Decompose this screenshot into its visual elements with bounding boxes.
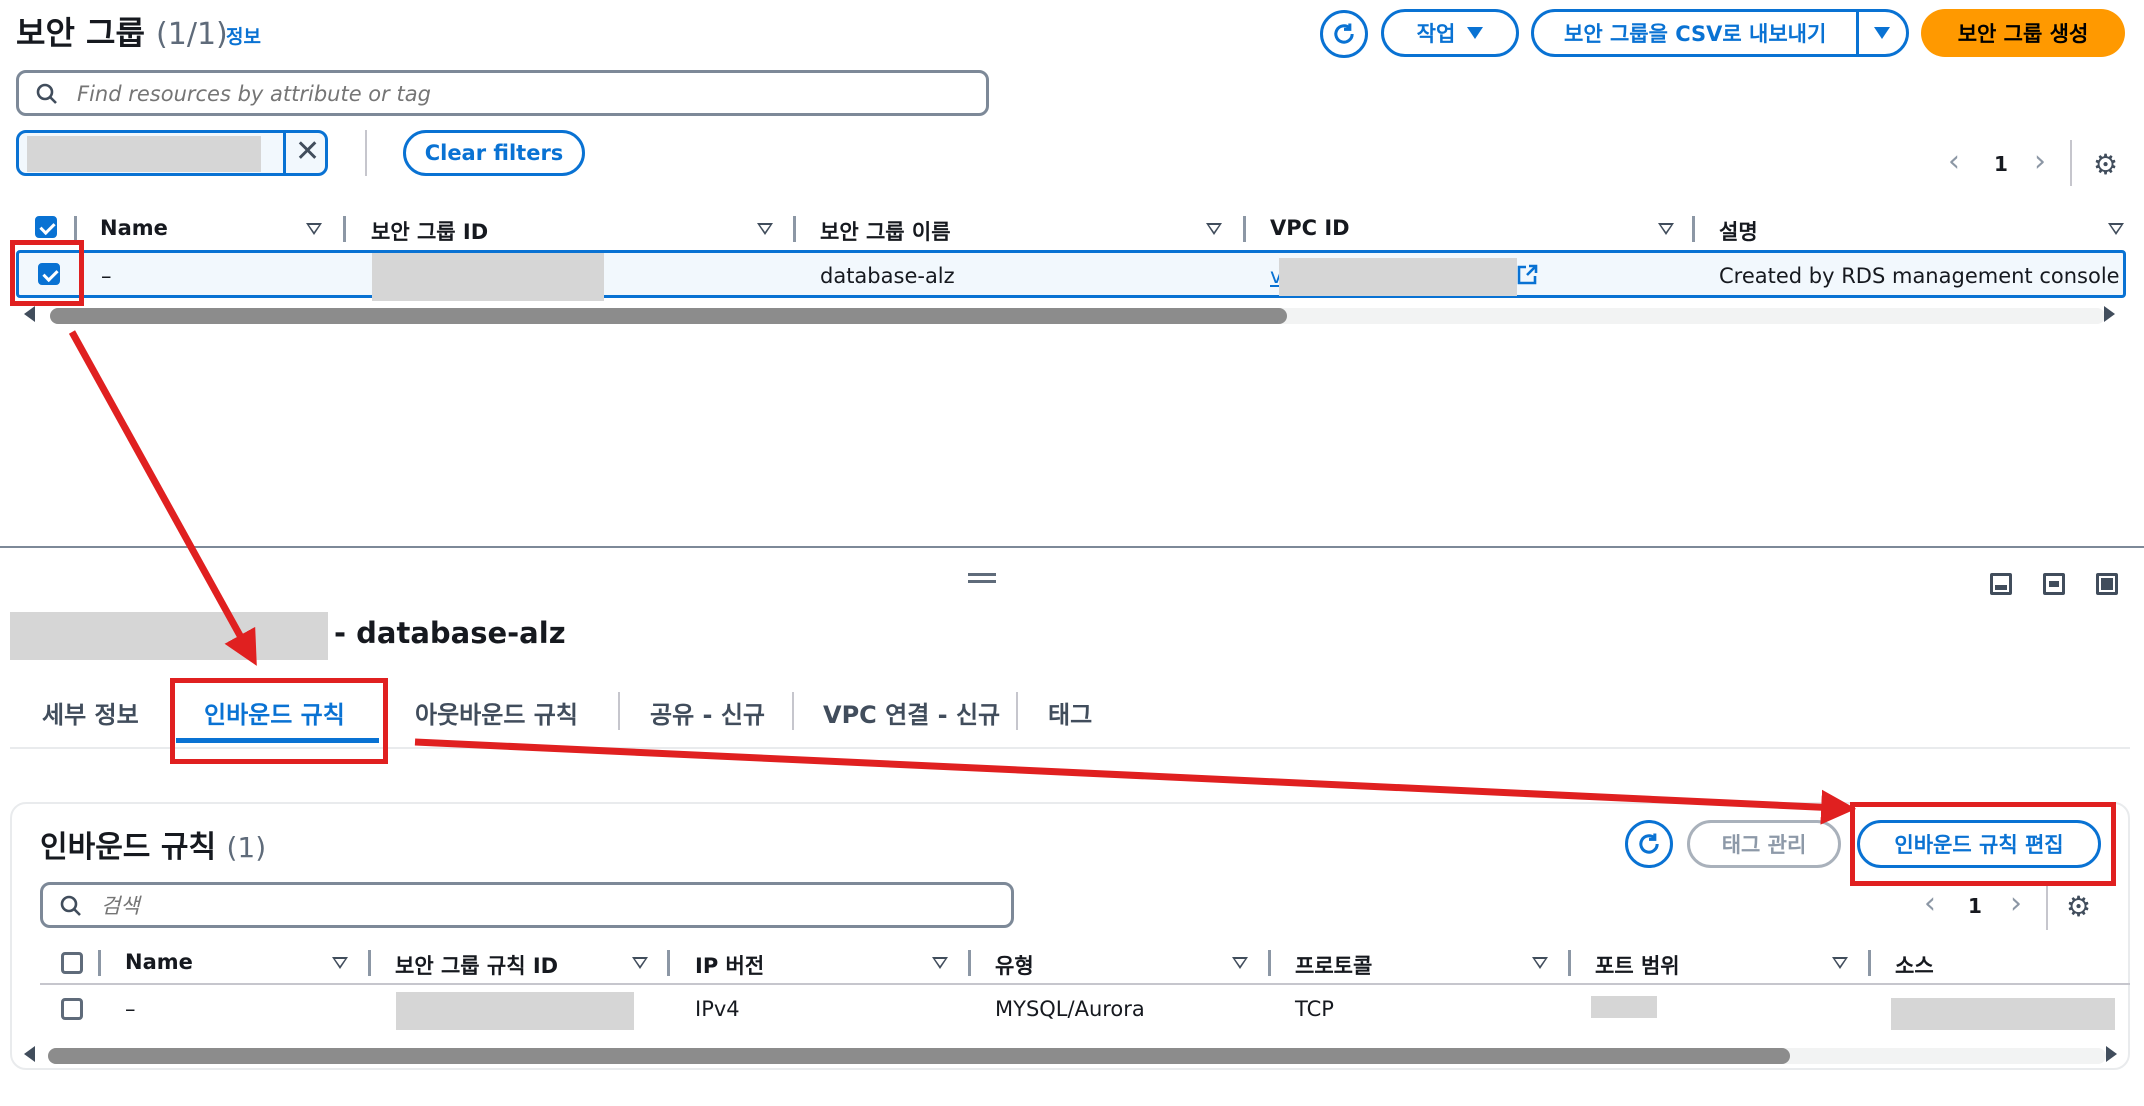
annotation-arrows [68, 330, 1857, 825]
arrow-checkbox-to-tab [68, 330, 257, 666]
arrow-tab-to-edit [414, 738, 1857, 825]
